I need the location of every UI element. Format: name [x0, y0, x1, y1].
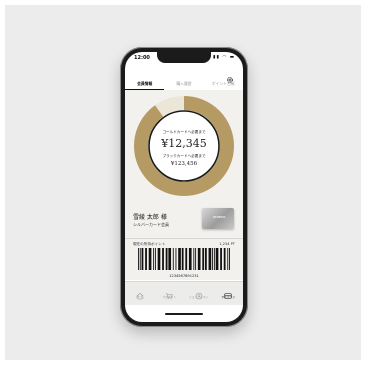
barcode-bar [138, 248, 139, 270]
status-time: 12:00 [134, 55, 150, 61]
barcode-bar [204, 248, 207, 270]
nav-product[interactable]: プロダクト [155, 282, 185, 305]
barcode-bar [148, 248, 152, 270]
barcode-bar [212, 248, 214, 270]
home-indicator [165, 313, 203, 315]
barcode-bar [178, 248, 181, 270]
barcode-number: 1234567891231 [169, 274, 199, 278]
gold-card-amount: ¥12,345 [161, 137, 207, 150]
black-card-label: ブラックカードへ必要まで [162, 154, 206, 158]
barcode-bar [145, 248, 147, 270]
points-value: 1,234 PT [219, 242, 235, 246]
phone-notch [157, 52, 211, 63]
nav-shop-list[interactable]: ショップリスト [184, 282, 214, 305]
barcode-bar [172, 248, 174, 270]
barcode-bar [181, 248, 184, 270]
nav-product-label: プロダクト [162, 295, 177, 299]
barcode-bar [229, 248, 230, 270]
member-info: 雪綾 太郎 様 シルバーカード会員 MEMBERS [125, 204, 243, 234]
nav-my-page-label: マイページ [221, 295, 236, 299]
rank-progress-ring: ゴールドカードへ必要まで ¥12,345 ブラックカードへ必要まで ¥123,4… [132, 94, 236, 198]
member-barcode [138, 248, 230, 270]
app-screen: 12:00 ▮▮ ◠ ▬ 会員情報 購入履歴 ポイント台帳 ゴールドカードへ必要… [125, 52, 243, 322]
barcode-graphic [138, 248, 230, 270]
nav-shop-list-label: ショップリスト [188, 295, 209, 299]
signal-wifi-battery-icon: ▮▮ ◠ ▬ [213, 55, 235, 60]
member-card-image[interactable]: MEMBERS [202, 208, 234, 229]
tab-member-info[interactable]: 会員情報 [125, 79, 165, 90]
barcode-bar [220, 248, 222, 270]
barcode-bar [193, 248, 195, 270]
barcode-bar [223, 248, 226, 270]
barcode-bar [202, 248, 205, 270]
barcode-bar [197, 248, 201, 270]
gold-card-label: ゴールドカードへ必要まで [162, 130, 206, 134]
barcode-bar [153, 248, 155, 270]
card-icon [224, 285, 232, 299]
phone-frame: 12:00 ▮▮ ◠ ▬ 会員情報 購入履歴 ポイント台帳 ゴールドカードへ必要… [120, 47, 248, 327]
member-name: 雪綾 太郎 様 [133, 214, 167, 221]
cart-icon [165, 285, 173, 300]
barcode-bar [175, 248, 177, 270]
member-main: ゴールドカードへ必要まで ¥12,345 ブラックカードへ必要まで ¥123,4… [125, 90, 243, 280]
barcode-bar [185, 248, 188, 270]
barcode-bar [162, 248, 164, 270]
settings-gear-icon[interactable] [226, 69, 234, 83]
member-rank: シルバーカード会員 [133, 222, 169, 227]
barcode-bar [215, 248, 219, 270]
barcode-bar [165, 248, 168, 270]
barcode-bar [208, 248, 212, 270]
nav-my-page[interactable]: マイページ [214, 282, 244, 305]
nav-home-label: ホーム [135, 295, 144, 299]
points-label: 現在の所持ポイント [133, 242, 166, 246]
barcode-bar [195, 248, 197, 270]
barcode-bar [188, 248, 192, 270]
barcode-bar [154, 248, 156, 270]
card-logo: MEMBERS [213, 216, 226, 219]
barcode-bar [227, 248, 229, 270]
nav-home[interactable]: ホーム [125, 282, 155, 305]
barcode-bar [139, 248, 141, 270]
tab-point-ledger[interactable]: ポイント台帳 [204, 79, 243, 90]
barcode-bar [213, 248, 215, 270]
pin-icon [195, 285, 203, 300]
home-icon [136, 285, 144, 300]
barcode-bar [168, 248, 172, 270]
barcode-bar [141, 248, 144, 270]
black-card-amount: ¥123,456 [170, 161, 198, 167]
tab-purchase-history[interactable]: 購入履歴 [164, 79, 203, 90]
barcode-bar [157, 248, 161, 270]
bottom-nav: ホーム プロダクト ショップリスト マイページ [125, 281, 243, 305]
